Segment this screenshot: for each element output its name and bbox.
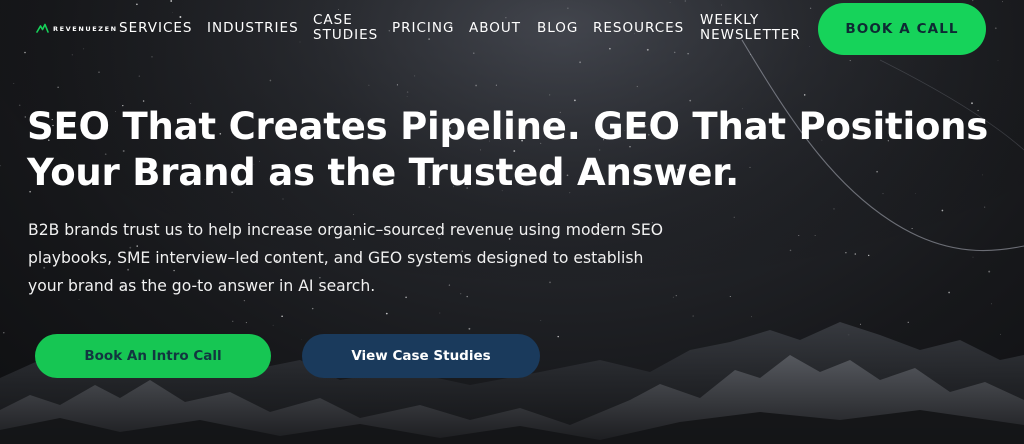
star bbox=[789, 249, 792, 252]
view-case-studies-button[interactable]: View Case Studies bbox=[302, 334, 540, 378]
star bbox=[672, 296, 674, 298]
star bbox=[911, 227, 913, 230]
top-navigation: REVENUEZEN SERVICES INDUSTRIES CASE STUD… bbox=[0, 0, 1024, 58]
star bbox=[859, 323, 862, 325]
star bbox=[988, 270, 991, 273]
star bbox=[798, 235, 800, 237]
star bbox=[854, 253, 857, 255]
star bbox=[990, 303, 992, 305]
star bbox=[142, 100, 145, 102]
star bbox=[868, 254, 870, 257]
star bbox=[833, 208, 835, 210]
star bbox=[245, 322, 247, 324]
star bbox=[579, 61, 581, 64]
star bbox=[272, 324, 274, 326]
star bbox=[997, 60, 999, 61]
star bbox=[751, 316, 752, 318]
star bbox=[98, 71, 100, 74]
star bbox=[948, 291, 950, 294]
star bbox=[1000, 333, 1001, 335]
star bbox=[972, 256, 974, 258]
star bbox=[13, 83, 15, 84]
nav-item-case-studies[interactable]: CASE STUDIES bbox=[313, 13, 393, 43]
star bbox=[803, 94, 806, 96]
star bbox=[814, 235, 816, 236]
star bbox=[574, 99, 576, 102]
star bbox=[495, 84, 497, 86]
star bbox=[269, 79, 272, 82]
star bbox=[57, 86, 59, 88]
star bbox=[540, 320, 542, 322]
star bbox=[675, 295, 677, 297]
star bbox=[984, 206, 986, 208]
star bbox=[475, 84, 477, 87]
nav-item-industries[interactable]: INDUSTRIES bbox=[207, 21, 299, 36]
star bbox=[406, 91, 409, 93]
star bbox=[692, 315, 694, 317]
book-intro-call-button[interactable]: Book An Intro Call bbox=[35, 334, 271, 378]
hero-subtext: B2B brands trust us to help increase org… bbox=[28, 221, 663, 295]
logo-text: REVENUEZEN bbox=[53, 24, 118, 33]
star bbox=[243, 299, 246, 302]
star bbox=[282, 198, 284, 200]
nav-item-weekly-newsletter[interactable]: WEEKLY NEWSLETTER bbox=[700, 13, 812, 43]
star bbox=[301, 339, 302, 340]
star bbox=[845, 252, 847, 254]
star bbox=[849, 60, 851, 62]
logo-mark-icon bbox=[36, 23, 49, 33]
nav-item-services[interactable]: SERVICES bbox=[119, 21, 192, 36]
star bbox=[468, 327, 471, 330]
nav-item-blog[interactable]: BLOG bbox=[537, 21, 578, 36]
star bbox=[549, 94, 551, 96]
star bbox=[557, 335, 559, 338]
nav-item-about[interactable]: ABOUT bbox=[469, 21, 521, 36]
hero-headline: SEO That Creates Pipeline. GEO That Posi… bbox=[27, 105, 989, 194]
star bbox=[281, 315, 283, 318]
revenuezen-logo[interactable]: REVENUEZEN bbox=[36, 23, 118, 34]
star bbox=[385, 312, 388, 315]
star bbox=[352, 214, 354, 215]
star bbox=[689, 99, 692, 102]
star bbox=[24, 116, 27, 118]
star bbox=[729, 295, 731, 298]
star bbox=[733, 216, 735, 218]
nav-item-resources[interactable]: RESOURCES bbox=[593, 21, 684, 36]
star bbox=[636, 85, 638, 88]
star bbox=[232, 320, 234, 322]
book-a-call-button[interactable]: BOOK A CALL bbox=[818, 3, 986, 55]
star bbox=[907, 321, 909, 323]
star bbox=[311, 307, 314, 310]
star bbox=[18, 104, 21, 107]
hero-section: REVENUEZEN SERVICES INDUSTRIES CASE STUD… bbox=[0, 0, 1024, 444]
star bbox=[414, 75, 416, 77]
star bbox=[396, 84, 398, 86]
star bbox=[941, 209, 944, 212]
star bbox=[439, 312, 441, 314]
nav-item-pricing[interactable]: PRICING bbox=[392, 21, 454, 36]
star bbox=[368, 84, 370, 86]
star bbox=[3, 331, 5, 334]
star bbox=[138, 75, 140, 77]
star bbox=[406, 96, 408, 97]
